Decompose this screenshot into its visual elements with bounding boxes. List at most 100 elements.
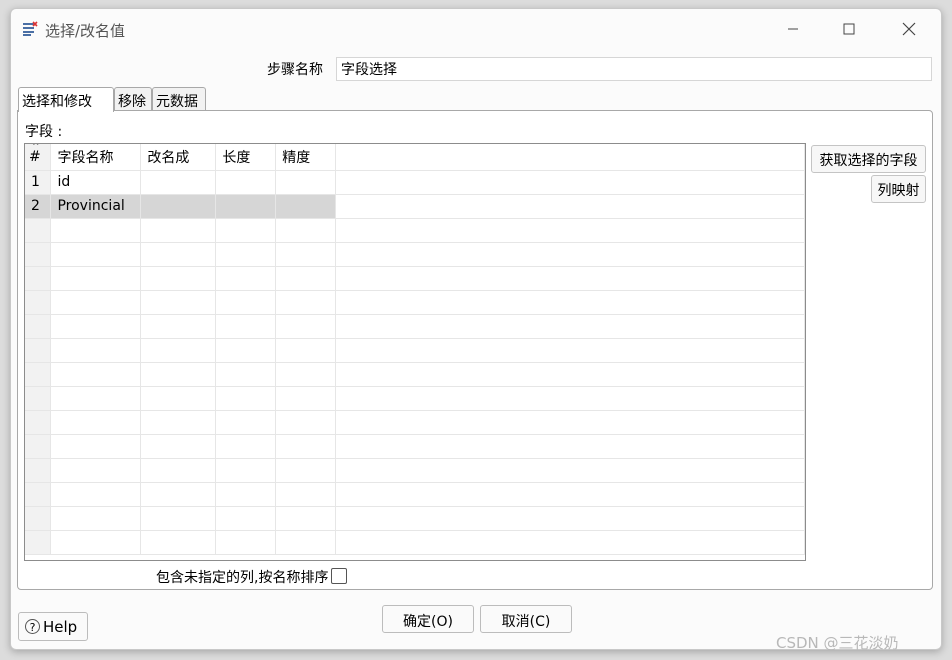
empty-cell xyxy=(140,338,217,363)
empty-cell xyxy=(50,530,142,555)
empty-cell xyxy=(335,410,805,435)
column-header-rename-to[interactable]: 改名成 xyxy=(140,144,217,171)
empty-cell xyxy=(50,266,142,291)
empty-cell xyxy=(335,434,805,459)
tab-metadata[interactable]: 元数据 xyxy=(152,87,206,111)
empty-cell xyxy=(215,266,277,291)
cancel-button[interactable]: 取消(C) xyxy=(480,605,572,633)
empty-cell xyxy=(215,458,277,483)
empty-cell xyxy=(140,314,217,339)
empty-cell xyxy=(335,482,805,507)
empty-cell xyxy=(25,530,52,555)
precision-cell[interactable] xyxy=(275,194,337,219)
empty-table-row xyxy=(25,338,805,363)
empty-cell xyxy=(275,386,337,411)
empty-table-row xyxy=(25,314,805,339)
empty-cell xyxy=(50,218,142,243)
empty-cell xyxy=(215,410,277,435)
step-name-input[interactable] xyxy=(336,57,932,81)
include-unspecified-label: 包含未指定的列,按名称排序 xyxy=(156,570,329,586)
empty-cell xyxy=(50,458,142,483)
empty-cell xyxy=(275,314,337,339)
empty-cell xyxy=(50,410,142,435)
window-title: 选择/改名值 xyxy=(45,22,126,40)
empty-cell xyxy=(140,242,217,267)
empty-table-row xyxy=(25,362,805,387)
empty-cell xyxy=(215,386,277,411)
column-header-field-name[interactable]: 字段名称 xyxy=(50,144,142,171)
column-header-num[interactable]: ^ # xyxy=(25,144,52,171)
help-icon: ? xyxy=(25,619,40,634)
field-name-cell[interactable]: Provincial xyxy=(50,194,142,219)
empty-cell xyxy=(335,458,805,483)
empty-cell xyxy=(25,266,52,291)
close-icon[interactable] xyxy=(895,17,923,41)
empty-cell xyxy=(275,458,337,483)
filler-cell xyxy=(335,170,805,195)
empty-cell xyxy=(275,530,337,555)
column-header-length[interactable]: 长度 xyxy=(215,144,277,171)
ok-button[interactable]: 确定(O) xyxy=(382,605,474,633)
empty-table-row xyxy=(25,458,805,483)
empty-cell xyxy=(275,410,337,435)
empty-cell xyxy=(25,290,52,315)
empty-cell xyxy=(25,458,52,483)
empty-cell xyxy=(275,266,337,291)
empty-cell xyxy=(140,362,217,387)
empty-cell xyxy=(140,290,217,315)
empty-cell xyxy=(140,506,217,531)
empty-cell xyxy=(275,242,337,267)
empty-cell xyxy=(335,386,805,411)
empty-cell xyxy=(25,434,52,459)
field-name-cell[interactable]: id xyxy=(50,170,142,195)
empty-cell xyxy=(215,482,277,507)
empty-cell xyxy=(275,218,337,243)
empty-cell xyxy=(140,386,217,411)
table-row[interactable]: 2 Provincial xyxy=(25,194,805,219)
empty-cell xyxy=(335,242,805,267)
table-header-row: ^ # 字段名称 改名成 长度 精度 xyxy=(25,144,805,171)
empty-cell xyxy=(215,530,277,555)
empty-cell xyxy=(25,242,52,267)
rename-cell[interactable] xyxy=(140,170,217,195)
empty-cell xyxy=(275,338,337,363)
step-name-label: 步骤名称 xyxy=(267,62,323,78)
empty-cell xyxy=(215,290,277,315)
table-row[interactable]: 1 id xyxy=(25,170,805,195)
length-cell[interactable] xyxy=(215,170,277,195)
empty-table-row xyxy=(25,434,805,459)
empty-cell xyxy=(335,362,805,387)
empty-cell xyxy=(140,266,217,291)
column-header-precision[interactable]: 精度 xyxy=(275,144,337,171)
empty-cell xyxy=(140,530,217,555)
empty-table-row xyxy=(25,266,805,291)
empty-cell xyxy=(25,506,52,531)
empty-table-row xyxy=(25,218,805,243)
empty-cell xyxy=(25,314,52,339)
include-unspecified-checkbox[interactable] xyxy=(331,568,348,584)
empty-cell xyxy=(50,482,142,507)
map-columns-button[interactable]: 列映射 xyxy=(871,175,926,203)
empty-cell xyxy=(140,458,217,483)
empty-cell xyxy=(275,290,337,315)
empty-cell xyxy=(140,218,217,243)
tab-select-modify[interactable]: 选择和修改 xyxy=(18,87,114,112)
minimize-icon[interactable] xyxy=(779,17,807,41)
help-button[interactable]: ? Help xyxy=(18,612,88,641)
help-label: Help xyxy=(43,618,78,636)
tab-remove[interactable]: 移除 xyxy=(114,87,152,111)
dialog-window: 选择/改名值 步骤名称 选择和修改 移除 元数据 字段 : xyxy=(10,8,942,650)
empty-cell xyxy=(50,290,142,315)
fields-table[interactable]: ^ # 字段名称 改名成 长度 精度 1 id 2 Provincial xyxy=(24,143,806,561)
rename-cell[interactable] xyxy=(140,194,217,219)
empty-cell xyxy=(215,314,277,339)
get-selected-fields-button[interactable]: 获取选择的字段 xyxy=(811,145,926,173)
empty-cell xyxy=(50,314,142,339)
empty-cell xyxy=(25,482,52,507)
empty-cell xyxy=(275,434,337,459)
maximize-icon[interactable] xyxy=(835,17,863,41)
empty-cell xyxy=(215,434,277,459)
tab-panel-select-modify: 字段 : ^ # 字段名称 改名成 长度 精度 1 id 2 Provincia… xyxy=(17,110,933,590)
precision-cell[interactable] xyxy=(275,170,337,195)
length-cell[interactable] xyxy=(215,194,277,219)
